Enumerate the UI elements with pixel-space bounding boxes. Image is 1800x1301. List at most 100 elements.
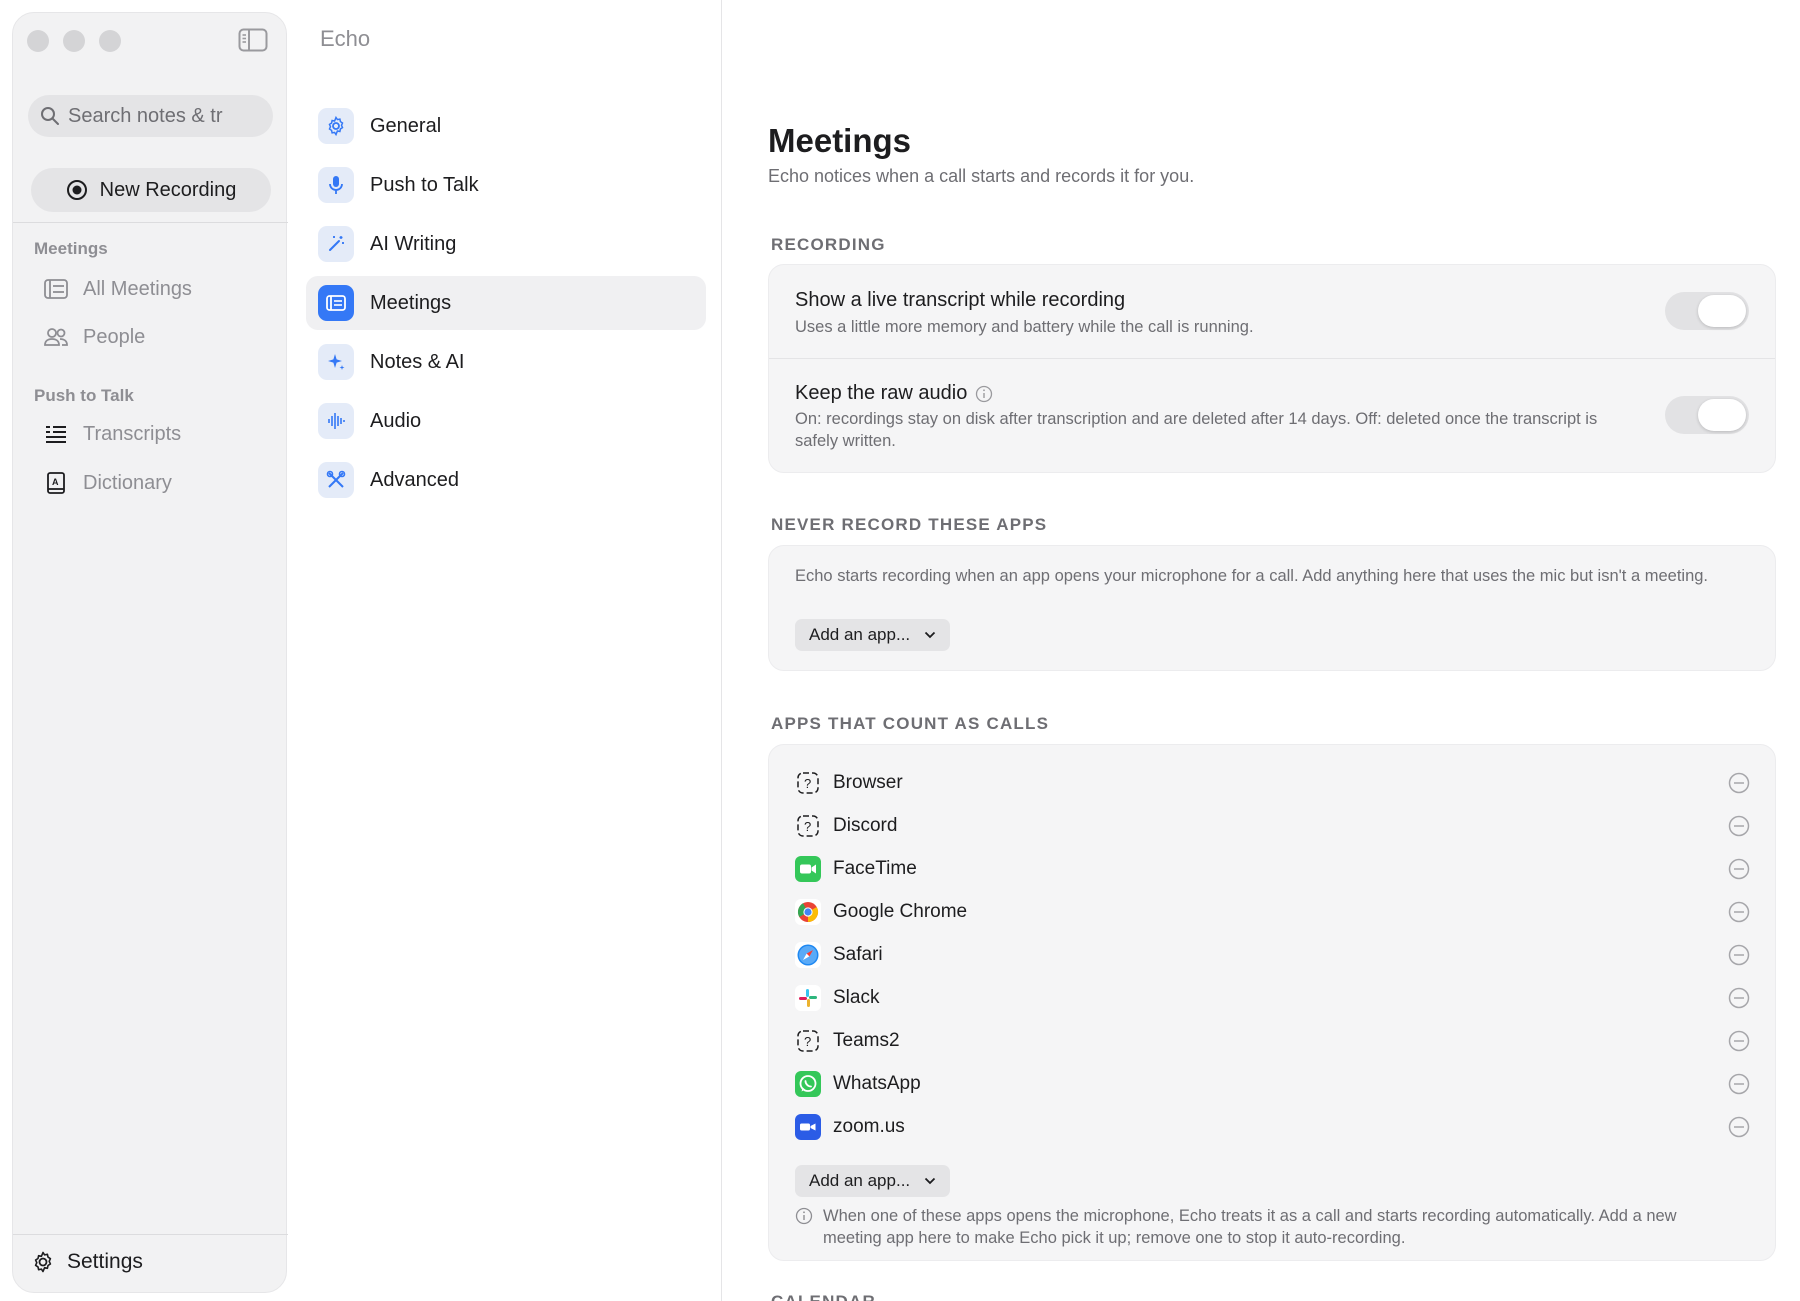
nav-item-general[interactable]: General xyxy=(306,99,706,153)
sidebar-toggle-icon[interactable] xyxy=(238,28,268,52)
search-field[interactable] xyxy=(28,95,273,137)
remove-app-icon[interactable] xyxy=(1727,900,1751,924)
nav-item-label: Audio xyxy=(370,409,422,432)
page-title: Meetings xyxy=(768,122,912,159)
list-icon xyxy=(44,279,68,299)
sidebar-item-label: People xyxy=(83,325,146,348)
microphone-icon xyxy=(318,167,354,203)
toggle-knob xyxy=(1698,295,1746,327)
zoom-window-button[interactable] xyxy=(99,30,121,52)
sidebar-settings-button[interactable]: Settings xyxy=(31,1250,143,1274)
app-name: zoom.us xyxy=(833,1116,905,1137)
remove-app-icon[interactable] xyxy=(1727,943,1751,967)
sidebar-item-transcripts[interactable]: Transcripts xyxy=(43,421,181,447)
remove-app-icon[interactable] xyxy=(1727,1072,1751,1096)
svg-text:A: A xyxy=(52,477,59,487)
remove-app-icon[interactable] xyxy=(1727,857,1751,881)
app-name: WhatsApp xyxy=(833,1073,921,1094)
new-recording-button[interactable]: New Recording xyxy=(31,168,271,212)
nav-item-meetings[interactable]: Meetings xyxy=(306,276,706,330)
chrome-icon xyxy=(795,899,821,925)
section-label-calendar: CALENDAR xyxy=(771,1292,876,1301)
gear-icon xyxy=(34,1251,52,1273)
search-input[interactable] xyxy=(68,104,248,128)
dropdown-label: Add an app... xyxy=(809,1171,911,1190)
whatsapp-icon xyxy=(795,1071,821,1097)
app-name: Safari xyxy=(833,944,883,965)
remove-app-icon[interactable] xyxy=(1727,1115,1751,1139)
sidebar-section-push-to-talk: Push to Talk xyxy=(34,386,134,405)
people-icon xyxy=(44,328,68,346)
meetings-icon xyxy=(318,285,354,321)
unknown-app-icon: ? xyxy=(795,1028,821,1054)
never-record-desc: Echo starts recording when an app opens … xyxy=(795,567,1709,585)
sidebar: New Recording Meetings All Meetings Peop… xyxy=(12,12,288,1293)
remove-app-icon[interactable] xyxy=(1727,771,1751,795)
nav-item-label: Advanced xyxy=(370,468,459,491)
unknown-app-icon: ? xyxy=(795,770,821,796)
app-name: Browser xyxy=(833,772,903,793)
window-controls xyxy=(27,30,121,52)
footnote-text: When one of these apps opens the microph… xyxy=(823,1207,1677,1247)
section-label-call-apps: APPS THAT COUNT AS CALLS xyxy=(771,714,1050,733)
nav-item-push-to-talk[interactable]: Push to Talk xyxy=(306,158,706,212)
section-label-never-record: NEVER RECORD THESE APPS xyxy=(771,515,1048,534)
app-row-browser: ? Browser xyxy=(795,763,1751,803)
tools-icon xyxy=(318,462,354,498)
live-transcript-title: Show a live transcript while recording xyxy=(795,289,1126,311)
sidebar-item-people[interactable]: People xyxy=(43,324,145,350)
waveform-icon xyxy=(318,403,354,439)
unknown-app-icon: ? xyxy=(795,813,821,839)
transcripts-icon xyxy=(46,426,66,443)
settings-divider xyxy=(13,1234,288,1235)
app-row-teams2: ? Teams2 xyxy=(795,1021,1751,1061)
remove-app-icon[interactable] xyxy=(1727,814,1751,838)
record-icon xyxy=(66,180,87,200)
app-row-facetime: FaceTime xyxy=(795,849,1751,889)
dictionary-icon: A xyxy=(47,472,65,494)
svg-text:?: ? xyxy=(804,776,811,791)
remove-app-icon[interactable] xyxy=(1727,1029,1751,1053)
sidebar-section-meetings: Meetings xyxy=(34,239,108,258)
nav-item-notes-ai[interactable]: Notes & AI xyxy=(306,335,706,389)
nav-item-audio[interactable]: Audio xyxy=(306,394,706,448)
app-row-slack: Slack xyxy=(795,978,1751,1018)
app-row-zoom: zoom.us xyxy=(795,1107,1751,1147)
call-apps-add-app-dropdown[interactable]: Add an app... xyxy=(795,1165,951,1197)
minimize-window-button[interactable] xyxy=(63,30,85,52)
svg-text:?: ? xyxy=(804,1034,811,1049)
sidebar-item-label: Transcripts xyxy=(83,422,182,445)
nav-item-advanced[interactable]: Advanced xyxy=(306,453,706,507)
info-icon xyxy=(795,1207,813,1225)
call-apps-footnote: When one of these apps opens the microph… xyxy=(795,1205,1735,1249)
nav-item-ai-writing[interactable]: AI Writing xyxy=(306,217,706,271)
live-transcript-desc: Uses a little more memory and battery wh… xyxy=(795,318,1254,336)
facetime-icon xyxy=(795,856,821,882)
app-row-discord: ? Discord xyxy=(795,806,1751,846)
sidebar-divider xyxy=(13,222,288,223)
app-row-whatsapp: WhatsApp xyxy=(795,1064,1751,1104)
live-transcript-toggle[interactable] xyxy=(1665,292,1749,330)
magic-wand-icon xyxy=(318,226,354,262)
svg-text:?: ? xyxy=(804,819,811,834)
sidebar-item-all-meetings[interactable]: All Meetings xyxy=(43,276,192,302)
app-name: Teams2 xyxy=(833,1030,900,1051)
close-window-button[interactable] xyxy=(27,30,49,52)
remove-app-icon[interactable] xyxy=(1727,986,1751,1010)
never-record-add-app-dropdown[interactable]: Add an app... xyxy=(795,619,951,651)
recording-card: Show a live transcript while recording U… xyxy=(768,264,1776,473)
slack-icon xyxy=(795,985,821,1011)
new-recording-label: New Recording xyxy=(99,178,237,201)
nav-item-label: Notes & AI xyxy=(370,350,465,373)
sidebar-item-dictionary[interactable]: A Dictionary xyxy=(43,470,172,496)
section-label-recording: RECORDING xyxy=(771,235,886,254)
nav-item-label: Meetings xyxy=(370,291,452,314)
raw-audio-toggle[interactable] xyxy=(1665,396,1749,434)
nav-item-label: General xyxy=(370,114,442,137)
info-icon[interactable] xyxy=(975,385,993,403)
page-subtitle: Echo notices when a call starts and reco… xyxy=(768,166,1195,186)
app-name: Discord xyxy=(833,815,898,836)
zoom-icon xyxy=(795,1114,821,1140)
nav-item-label: Push to Talk xyxy=(370,173,479,196)
app-name: FaceTime xyxy=(833,858,917,879)
